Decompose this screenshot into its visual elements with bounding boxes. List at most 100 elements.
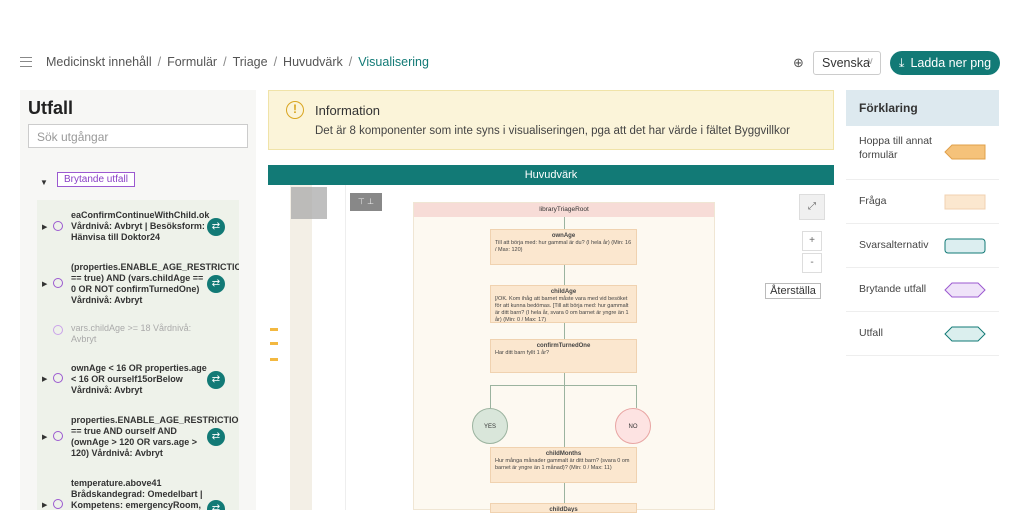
outcome-text: properties.ENABLE_AGE_RESTRICTIONS == tr… bbox=[71, 415, 239, 458]
exit-icon bbox=[53, 373, 63, 383]
outcome-text: ownAge < 16 OR properties.age < 16 OR ou… bbox=[71, 363, 207, 395]
minimap-marker bbox=[270, 328, 278, 331]
breadcrumb-separator: / bbox=[223, 55, 227, 69]
answer-yes[interactable]: YES bbox=[472, 408, 508, 444]
globe-icon: ⊕ bbox=[793, 55, 804, 70]
info-title: Information bbox=[315, 103, 381, 118]
legend-label: Brytande utfall bbox=[859, 283, 927, 295]
connector-line bbox=[490, 385, 491, 408]
download-icon: ⤓ bbox=[898, 55, 905, 70]
node-text: Har ditt barn fyllt 1 år? bbox=[495, 350, 550, 356]
node-text: Till att börja med: hur gammal är du? (I… bbox=[495, 240, 632, 253]
info-icon: ! bbox=[286, 101, 304, 119]
zoom-out-button[interactable]: - bbox=[802, 253, 822, 273]
exit-icon bbox=[53, 499, 63, 509]
legend-row: Svarsalternativ bbox=[846, 224, 999, 268]
language-value: Svenska bbox=[822, 56, 870, 70]
minimap-marker bbox=[270, 342, 278, 345]
reset-button[interactable]: Återställa bbox=[765, 283, 821, 299]
question-node[interactable]: childMonths Hur många månader gammalt är… bbox=[490, 447, 637, 483]
minimap[interactable] bbox=[268, 185, 346, 510]
legend-label: Hoppa till annat formulär bbox=[859, 135, 932, 161]
navigate-icon[interactable]: ⇄ bbox=[207, 428, 225, 446]
outcome-list: ▶ eaConfirmContinueWithChild.ok Vårdnivå… bbox=[37, 200, 239, 510]
outcome-text: (properties.ENABLE_AGE_RESTRICTIONS == t… bbox=[71, 262, 239, 305]
answer-no[interactable]: NO bbox=[615, 408, 651, 444]
download-label: Ladda ner png bbox=[910, 56, 992, 70]
legend-row: Hoppa till annat formulär bbox=[846, 126, 999, 180]
answer-shape-icon bbox=[944, 238, 986, 254]
diagram-canvas[interactable]: ⊤ ⊥ libraryTriageRoot ownAge Till att bö… bbox=[268, 185, 834, 513]
node-text: Hur många månader gammalt är ditt barn? … bbox=[495, 458, 630, 471]
legend-row: Fråga bbox=[846, 180, 999, 224]
question-node[interactable]: confirmTurnedOne Har ditt barn fyllt 1 å… bbox=[490, 339, 637, 373]
breadcrumb-item[interactable]: Medicinskt innehåll bbox=[46, 55, 152, 69]
legend-title: Förklaring bbox=[846, 90, 999, 126]
navigate-icon[interactable]: ⇄ bbox=[207, 371, 225, 389]
exit-icon bbox=[53, 221, 63, 231]
expand-icon[interactable]: ▶ bbox=[42, 223, 47, 231]
question-shape-icon bbox=[944, 194, 986, 210]
expand-icon[interactable]: ▶ bbox=[42, 280, 47, 288]
breadcrumb-separator: / bbox=[273, 55, 278, 69]
question-node[interactable]: childDays bbox=[490, 503, 637, 513]
minimap-column bbox=[290, 185, 312, 510]
jump-form-shape-icon bbox=[944, 144, 986, 160]
legend-label: Svarsalternativ bbox=[859, 239, 929, 251]
chevron-down-icon: ∨ bbox=[866, 56, 874, 67]
breadcrumb-separator: / bbox=[157, 55, 162, 69]
minimap-viewport[interactable] bbox=[291, 187, 327, 219]
expand-icon[interactable]: ▶ bbox=[42, 375, 47, 383]
question-node[interactable]: ownAge Till att börja med: hur gammal är… bbox=[490, 229, 637, 265]
outcome-text: vars.childAge >= 18 Vårdnivå: Avbryt bbox=[71, 323, 192, 344]
navigate-icon[interactable]: ⇄ bbox=[207, 275, 225, 293]
expand-icon[interactable]: ▶ bbox=[42, 501, 47, 509]
top-bar: Medicinskt innehåll / Formulär / Triage … bbox=[0, 0, 1019, 90]
connector-line bbox=[636, 385, 637, 408]
caret-down-icon[interactable]: ▼ bbox=[40, 178, 48, 187]
exit-icon bbox=[53, 325, 63, 335]
outcomes-title: Utfall bbox=[28, 98, 73, 118]
zoom-in-button[interactable]: + bbox=[802, 231, 822, 251]
legend-row: Utfall bbox=[846, 312, 999, 356]
connector-line bbox=[490, 385, 637, 386]
info-banner: ! Information Det är 8 komponenter som i… bbox=[268, 90, 834, 150]
menu-icon[interactable] bbox=[20, 57, 32, 67]
search-input[interactable]: Sök utgångar bbox=[28, 124, 248, 148]
breadcrumb-item[interactable]: Huvudvärk bbox=[283, 55, 343, 69]
breaking-outcome-shape-icon bbox=[944, 282, 986, 298]
group-tag: Brytande utfall bbox=[57, 172, 135, 187]
node-name: confirmTurnedOne bbox=[536, 343, 591, 349]
breadcrumb-item[interactable]: Triage bbox=[233, 55, 268, 69]
expand-icon[interactable]: ▶ bbox=[42, 433, 47, 441]
expand-icon[interactable]: ⤢ bbox=[799, 194, 825, 220]
exit-icon bbox=[53, 278, 63, 288]
question-node[interactable]: childAge [/OK. Kom ihåg att barnet måste… bbox=[490, 285, 637, 323]
legend-panel: Förklaring Hoppa till annat formulär Frå… bbox=[846, 90, 999, 356]
node-name: childDays bbox=[549, 507, 578, 513]
minimap-marker bbox=[270, 358, 278, 361]
language-select[interactable]: Svenska ∨ bbox=[813, 51, 881, 75]
breadcrumb-separator: / bbox=[348, 55, 353, 69]
outcome-text: temperature.above41 Brådskandegrad: Omed… bbox=[71, 478, 203, 510]
root-node: libraryTriageRoot bbox=[414, 203, 714, 217]
outcomes-panel: Utfall Sök utgångar ▼ Brytande utfall ▶ … bbox=[20, 90, 256, 510]
info-text: Det är 8 komponenter som inte syns i vis… bbox=[315, 125, 790, 137]
legend-label: Utfall bbox=[859, 327, 883, 339]
navigate-icon[interactable]: ⇄ bbox=[207, 218, 225, 236]
exit-icon bbox=[53, 431, 63, 441]
diagram-title: Huvudvärk bbox=[268, 165, 834, 185]
node-name: childMonths bbox=[545, 451, 582, 457]
download-png-button[interactable]: ⤓ Ladda ner png bbox=[890, 51, 1000, 75]
toolbar-buttons[interactable]: ⊤ ⊥ bbox=[350, 193, 382, 211]
outcome-text: eaConfirmContinueWithChild.ok Vårdnivå: … bbox=[71, 210, 210, 242]
breadcrumb-current: Visualisering bbox=[358, 55, 429, 69]
legend-row: Brytande utfall bbox=[846, 268, 999, 312]
breadcrumb-item[interactable]: Formulär bbox=[167, 55, 217, 69]
node-text: [/OK. Kom ihåg att barnet måste vara med… bbox=[495, 296, 629, 323]
navigate-icon[interactable]: ⇄ bbox=[207, 500, 225, 510]
node-name: childAge bbox=[550, 289, 577, 295]
node-name: ownAge bbox=[551, 233, 576, 239]
breadcrumb: Medicinskt innehåll / Formulär / Triage … bbox=[20, 55, 429, 69]
outcome-shape-icon bbox=[944, 326, 986, 342]
